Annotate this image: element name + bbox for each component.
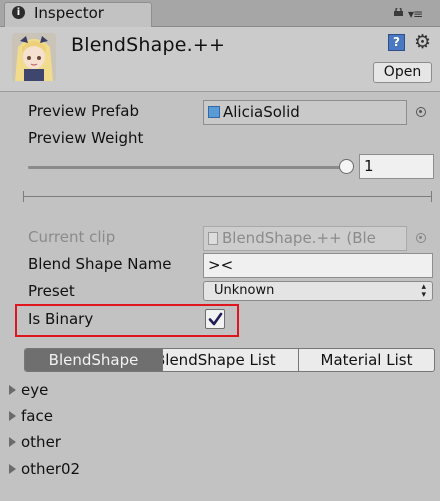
prefab-cube-icon — [208, 106, 220, 118]
context-menu-icon[interactable]: ▾≡ — [408, 7, 423, 21]
tab-blendshape-list[interactable]: BlendShape List — [162, 349, 298, 371]
preview-weight-label: Preview Weight — [28, 129, 144, 147]
tab-blendshape[interactable]: BlendShape — [25, 349, 162, 371]
object-picker-icon[interactable] — [416, 107, 426, 117]
preset-label: Preset — [28, 282, 75, 300]
tree-item-label: other02 — [21, 460, 81, 478]
expand-arrow-icon[interactable] — [9, 437, 16, 447]
info-icon: i — [12, 6, 25, 19]
tab-material-list[interactable]: Material List — [298, 349, 434, 371]
expand-arrow-icon[interactable] — [9, 385, 16, 395]
tree-item-label: other — [21, 433, 61, 451]
preview-prefab-field[interactable]: AliciaSolid — [203, 100, 407, 125]
asset-title: BlendShape.++ — [71, 34, 226, 56]
current-clip-label: Current clip — [28, 228, 116, 246]
tab-group: BlendShape BlendShape List Material List — [24, 348, 435, 372]
open-button[interactable]: Open — [373, 62, 432, 83]
preset-dropdown[interactable]: Unknown ▴ ▾ — [203, 281, 433, 301]
blend-shape-name-label: Blend Shape Name — [28, 255, 172, 273]
separator-cap-right — [431, 191, 432, 202]
preview-weight-input[interactable]: 1 — [359, 154, 434, 179]
document-icon — [208, 232, 218, 245]
tab-title: Inspector — [34, 4, 104, 22]
tree-item-eye[interactable]: eye — [9, 381, 48, 399]
tree-item-face[interactable]: face — [9, 407, 53, 425]
expand-arrow-icon[interactable] — [9, 464, 16, 474]
tree-item-other02[interactable]: other02 — [9, 460, 80, 478]
blend-shape-name-input[interactable]: >< — [203, 253, 433, 278]
dropdown-arrows-icon: ▴ ▾ — [421, 282, 426, 300]
preset-value: Unknown — [214, 283, 275, 298]
tree-item-label: eye — [21, 381, 49, 399]
current-clip-value: BlendShape.++ (Ble — [222, 229, 376, 247]
current-clip-field: BlendShape.++ (Ble — [203, 226, 407, 251]
preview-prefab-value: AliciaSolid — [223, 103, 300, 121]
lock-icon[interactable] — [394, 8, 403, 16]
gear-icon[interactable]: ⚙ — [414, 31, 431, 53]
help-icon[interactable]: ? — [388, 34, 405, 51]
tree-item-label: face — [21, 407, 53, 425]
preview-weight-slider-track[interactable] — [28, 166, 346, 169]
expand-arrow-icon[interactable] — [9, 411, 16, 421]
separator-cap-left — [23, 191, 24, 202]
separator — [23, 196, 432, 197]
preview-prefab-label: Preview Prefab — [28, 102, 139, 120]
tree-item-other[interactable]: other — [9, 433, 61, 451]
avatar-thumbnail — [12, 33, 56, 81]
is-binary-highlight-box — [15, 304, 239, 337]
clip-picker-icon — [416, 233, 426, 243]
preview-weight-slider-thumb[interactable] — [338, 159, 354, 174]
